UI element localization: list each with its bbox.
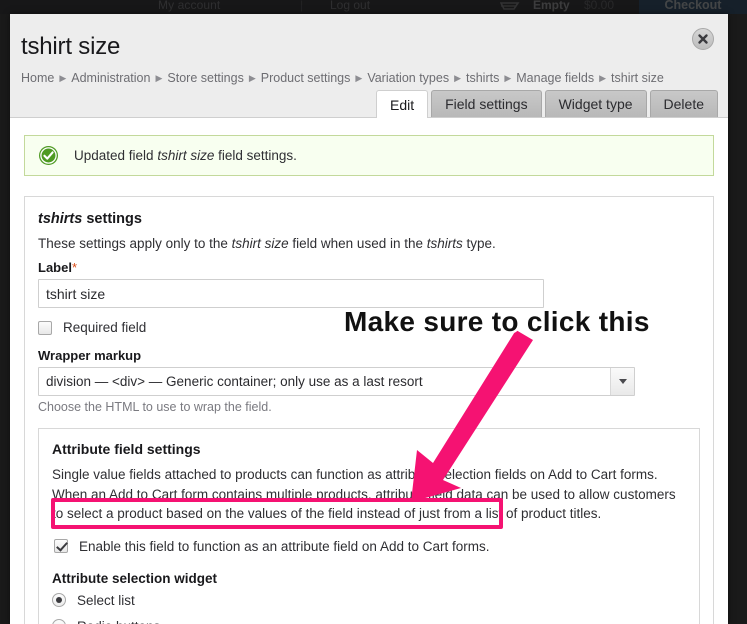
wrapper-markup-select-wrap: division — <div> — Generic container; on… xyxy=(38,367,635,396)
breadcrumb-separator-icon: ▶ xyxy=(355,73,363,83)
attribute-settings-description: Single value fields attached to products… xyxy=(52,467,676,522)
label-input[interactable] xyxy=(38,279,544,308)
tab-bar: Edit Field settings Widget type Delete xyxy=(373,90,718,118)
tab-field-settings[interactable]: Field settings xyxy=(431,90,542,117)
widget-option-select-list[interactable]: Select list xyxy=(52,593,686,608)
tab-edit[interactable]: Edit xyxy=(375,90,429,118)
tab-delete[interactable]: Delete xyxy=(649,90,718,117)
tshirts-settings-panel: tshirts settings These settings apply on… xyxy=(24,196,714,624)
breadcrumb-separator-icon: ▶ xyxy=(599,73,607,83)
required-marker: * xyxy=(71,260,78,275)
breadcrumb-separator-icon: ▶ xyxy=(59,73,67,83)
settings-desc-field-name: tshirt size xyxy=(231,236,289,251)
breadcrumb-item-store-settings[interactable]: Store settings xyxy=(167,71,243,85)
breadcrumb-item-variation-types[interactable]: Variation types xyxy=(367,71,449,85)
attribute-settings-title: Attribute field settings xyxy=(52,441,201,457)
breadcrumb-separator-icon: ▶ xyxy=(454,73,461,83)
settings-type-name: tshirts xyxy=(38,211,83,227)
label-field-title: Label* xyxy=(38,260,700,275)
breadcrumb: Home ▶ Administration ▶ Store settings ▶ Produ… xyxy=(21,71,664,85)
breadcrumb-item-administration[interactable]: Administration xyxy=(71,71,150,85)
breadcrumb-item-product-settings[interactable]: Product settings xyxy=(261,71,351,85)
breadcrumb-separator-icon: ▶ xyxy=(504,73,512,83)
page-title: tshirt size xyxy=(21,33,121,60)
status-message-text: Updated field tshirt size field settings… xyxy=(74,148,297,163)
breadcrumb-separator-icon: ▶ xyxy=(248,73,256,83)
wrapper-markup-label: Wrapper markup xyxy=(38,348,142,363)
breadcrumb-item-tshirts[interactable]: tshirts xyxy=(466,71,499,85)
success-check-icon xyxy=(38,145,59,166)
breadcrumb-item-manage-fields[interactable]: Manage fields xyxy=(516,71,594,85)
settings-desc-type-name: tshirts xyxy=(426,236,463,251)
attribute-field-settings-panel: Attribute field settings Single value fi… xyxy=(38,428,700,624)
attribute-enable-row[interactable]: Enable this field to function as an attr… xyxy=(52,534,686,559)
radio-select-list[interactable] xyxy=(52,593,66,608)
status-field-name: tshirt size xyxy=(157,148,215,163)
breadcrumb-item-tshirt-size: tshirt size xyxy=(611,71,664,85)
required-field-checkbox[interactable] xyxy=(38,320,52,335)
wrapper-markup-select[interactable]: division — <div> — Generic container; on… xyxy=(38,367,635,396)
attribute-widget-options: Select listRadio buttonsRendered term xyxy=(52,593,686,624)
required-field-row[interactable]: Required field xyxy=(38,320,700,335)
modal-header: tshirt size Home ▶ Administration ▶ Store se… xyxy=(10,14,728,118)
modal-body: Updated field tshirt size field settings… xyxy=(10,135,728,624)
radio-label: Select list xyxy=(77,592,135,608)
radio-radio-buttons[interactable] xyxy=(52,619,66,624)
attribute-widget-title: Attribute selection widget xyxy=(52,570,218,586)
breadcrumb-separator-icon: ▶ xyxy=(155,73,163,83)
field-settings-modal: tshirt size Home ▶ Administration ▶ Store se… xyxy=(10,14,728,624)
tab-widget-type[interactable]: Widget type xyxy=(544,90,647,117)
label-field-title-text: Label xyxy=(38,260,72,275)
widget-option-radio-buttons[interactable]: Radio buttons xyxy=(52,619,686,624)
breadcrumb-item-home[interactable]: Home xyxy=(21,71,54,85)
required-field-label: Required field xyxy=(63,320,147,335)
settings-panel-title: tshirts settings xyxy=(38,211,142,227)
close-icon[interactable] xyxy=(692,28,714,50)
radio-label: Radio buttons xyxy=(77,619,160,624)
settings-panel-description: These settings apply only to the tshirt … xyxy=(38,236,496,251)
wrapper-markup-help-text: Choose the HTML to use to wrap the field… xyxy=(38,400,272,414)
status-message: Updated field tshirt size field settings… xyxy=(24,135,714,176)
attribute-enable-checkbox[interactable] xyxy=(54,539,68,554)
attribute-enable-label: Enable this field to function as an attr… xyxy=(79,538,490,554)
